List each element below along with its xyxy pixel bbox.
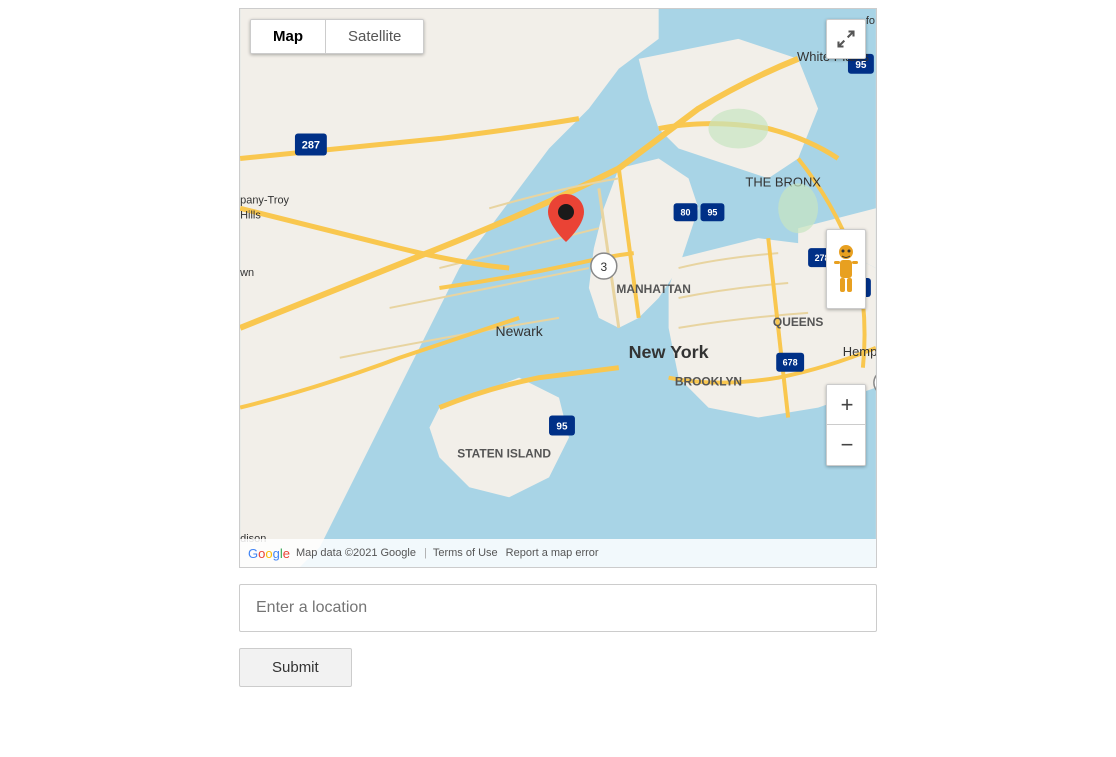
fullscreen-button[interactable] bbox=[826, 19, 866, 59]
submit-button[interactable]: Submit bbox=[239, 648, 352, 687]
svg-text:New York: New York bbox=[629, 342, 709, 362]
svg-text:95: 95 bbox=[556, 421, 568, 432]
svg-text:STATEN ISLAND: STATEN ISLAND bbox=[457, 446, 551, 460]
svg-text:wn: wn bbox=[240, 267, 254, 279]
google-o2: o bbox=[265, 546, 272, 561]
google-e: e bbox=[283, 546, 290, 561]
svg-text:Hills: Hills bbox=[240, 209, 261, 221]
svg-text:fo: fo bbox=[866, 15, 875, 27]
map-pin bbox=[548, 194, 584, 242]
location-input-wrapper bbox=[239, 584, 877, 632]
pegman-control[interactable] bbox=[826, 229, 866, 309]
zoom-out-button[interactable]: − bbox=[827, 425, 866, 465]
location-input[interactable] bbox=[239, 584, 877, 632]
svg-text:287: 287 bbox=[302, 140, 320, 152]
page-container: 287 95 80 95 278 678 295 3 27 bbox=[0, 0, 1116, 687]
map-container: 287 95 80 95 278 678 295 3 27 bbox=[239, 8, 877, 568]
zoom-controls: + − bbox=[826, 384, 866, 466]
map-view-button[interactable]: Map bbox=[251, 20, 326, 53]
terms-of-use-link[interactable]: Terms of Use bbox=[433, 547, 498, 559]
google-logo: G o o g l e bbox=[248, 546, 290, 561]
google-g2: g bbox=[273, 546, 280, 561]
map-data-text: Map data ©2021 Google bbox=[296, 547, 416, 559]
svg-text:80: 80 bbox=[681, 207, 691, 217]
google-g: G bbox=[248, 546, 258, 561]
svg-text:3: 3 bbox=[601, 260, 608, 274]
svg-text:Newark: Newark bbox=[496, 323, 543, 339]
svg-text:QUEENS: QUEENS bbox=[773, 315, 823, 329]
svg-text:THE BRONX: THE BRONX bbox=[745, 174, 821, 189]
svg-text:BROOKLYN: BROOKLYN bbox=[675, 375, 742, 389]
svg-text:pany-Troy: pany-Troy bbox=[240, 194, 289, 206]
svg-text:95: 95 bbox=[707, 207, 717, 217]
report-map-error-link[interactable]: Report a map error bbox=[506, 547, 599, 559]
zoom-in-button[interactable]: + bbox=[827, 385, 866, 425]
svg-text:MANHATTAN: MANHATTAN bbox=[616, 282, 690, 296]
google-o1: o bbox=[258, 546, 265, 561]
submit-wrapper: Submit bbox=[239, 648, 877, 687]
pipe-divider: | bbox=[424, 547, 427, 559]
map-footer: G o o g l e Map data ©2021 Google | Term… bbox=[240, 539, 876, 567]
map-type-controls: Map Satellite bbox=[250, 19, 424, 54]
svg-text:Hempstead: Hempstead bbox=[843, 344, 876, 359]
svg-text:678: 678 bbox=[783, 358, 798, 368]
satellite-view-button[interactable]: Satellite bbox=[326, 20, 423, 53]
